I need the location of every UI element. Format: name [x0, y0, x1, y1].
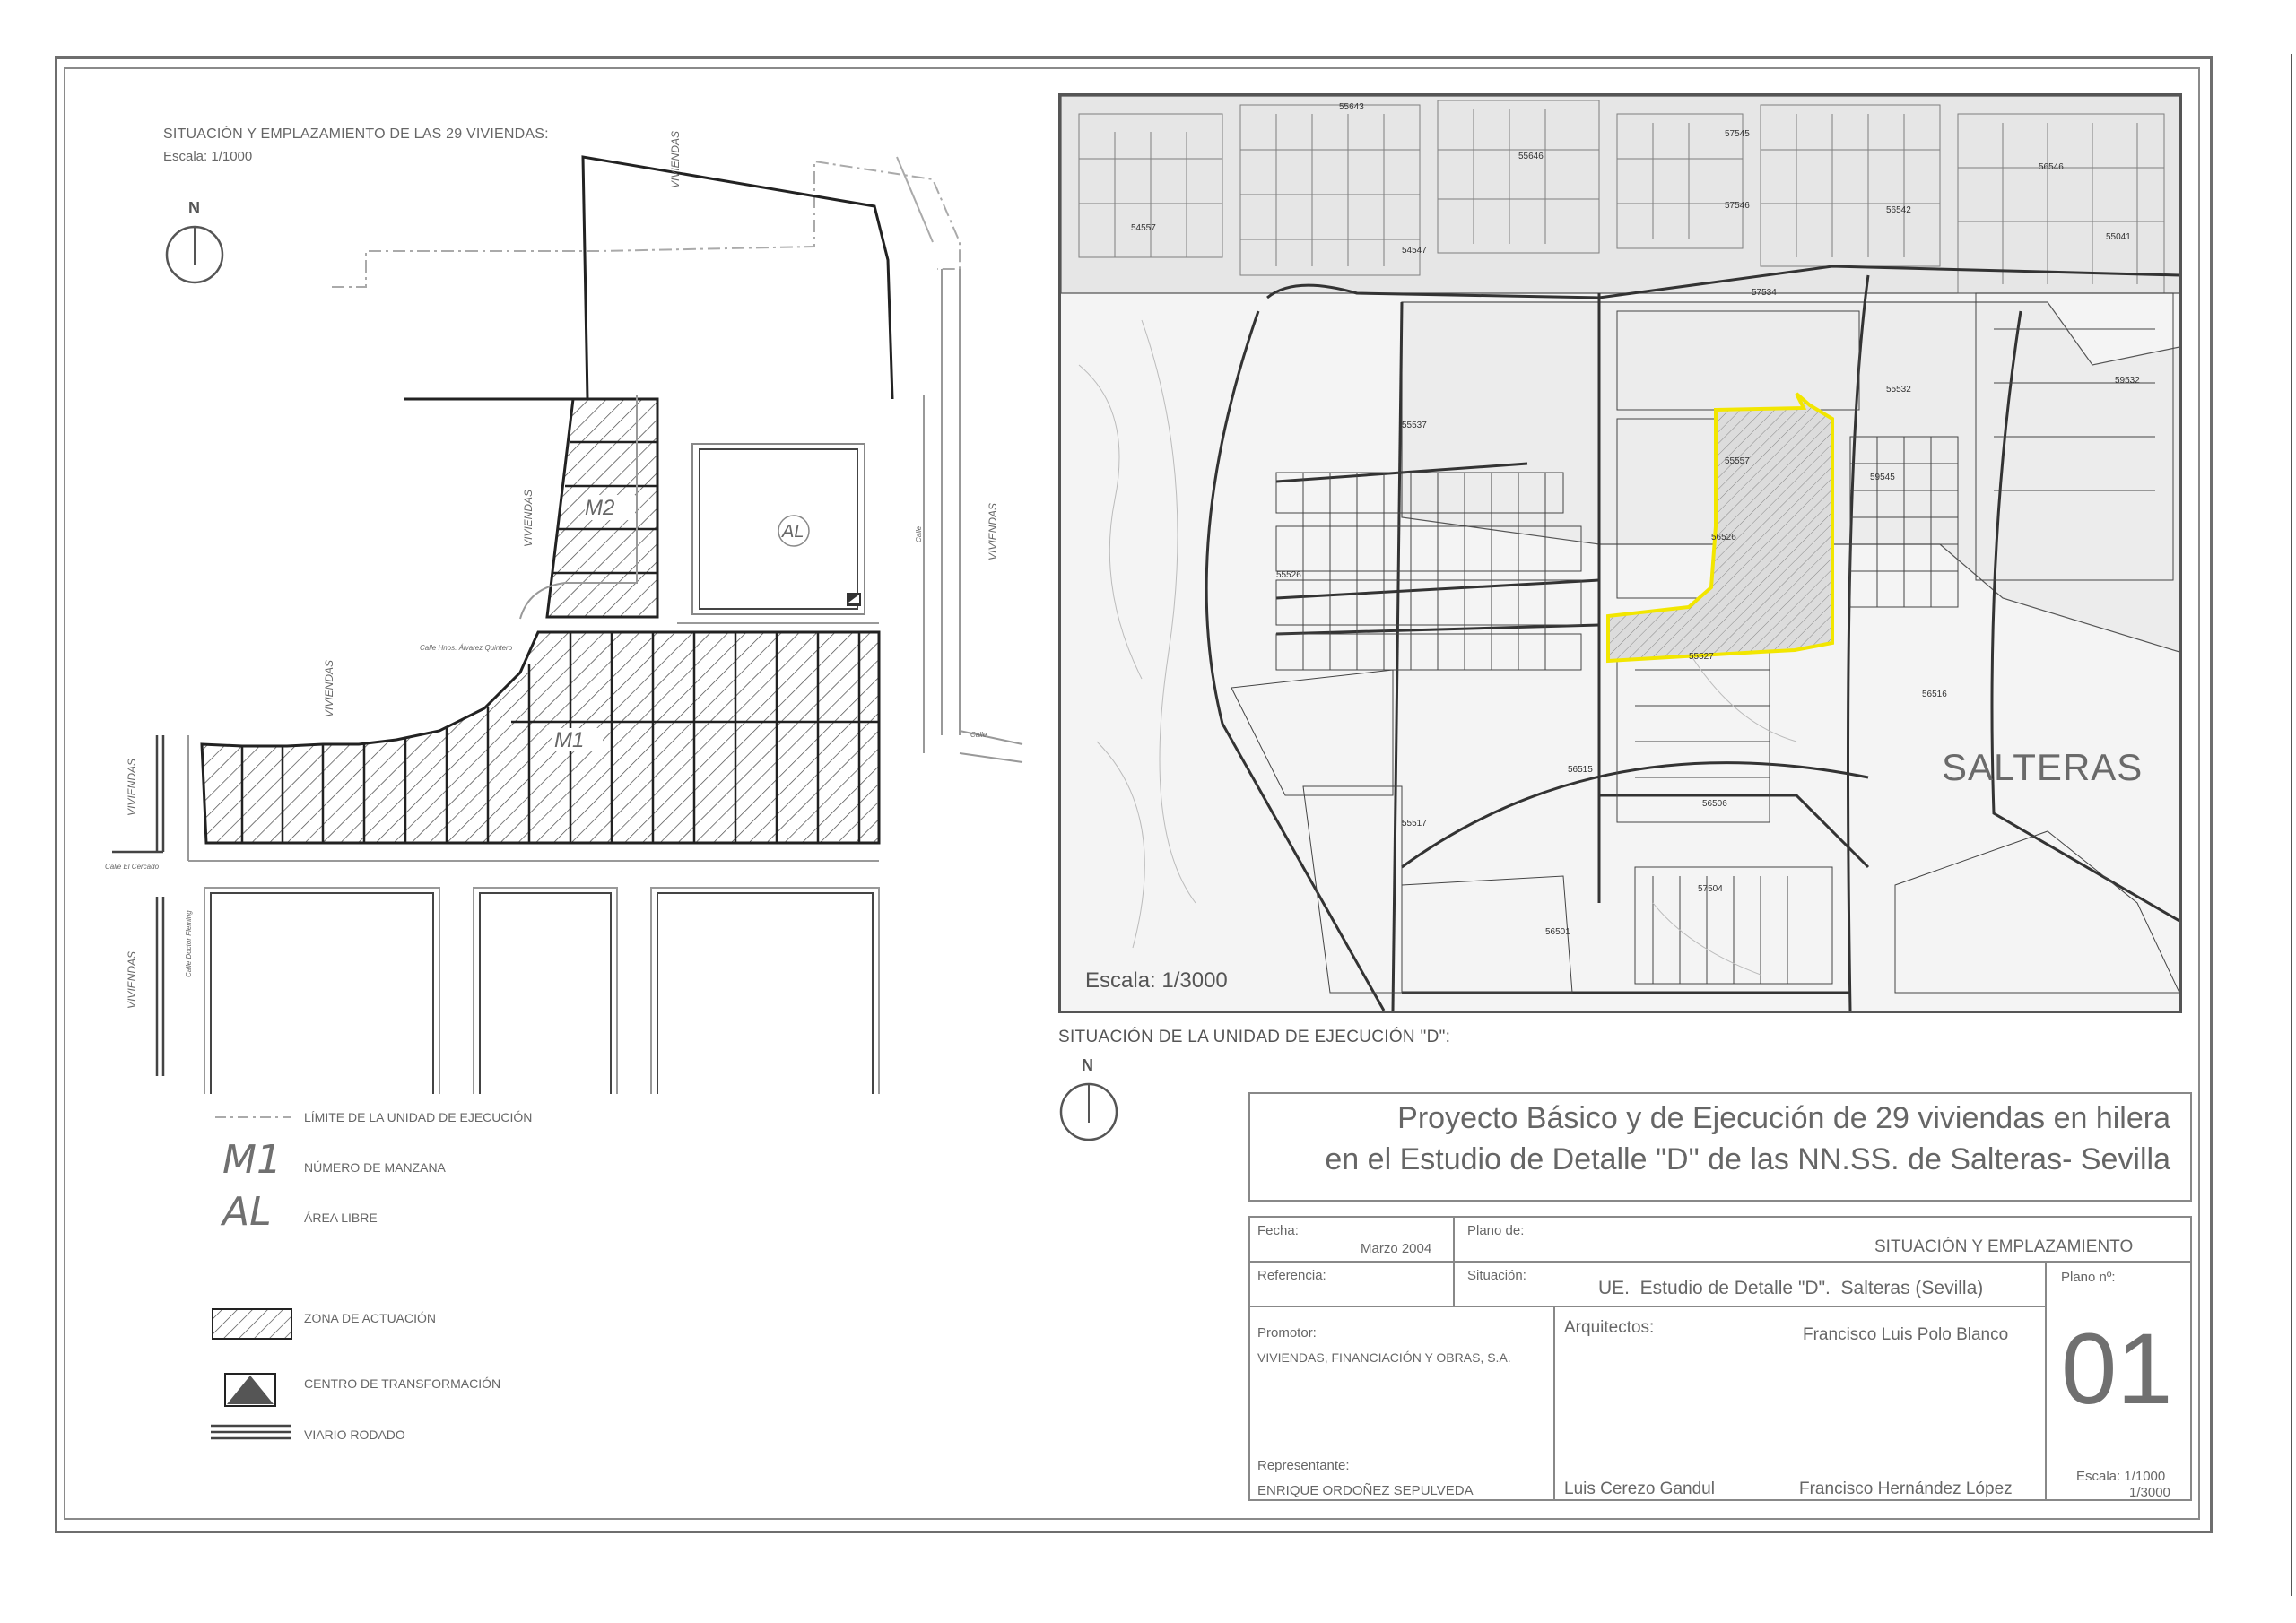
project-title-line1: Proyecto Básico y de Ejecución de 29 viv…	[1397, 1101, 2170, 1135]
map-north-arrow: N	[1058, 1056, 1121, 1146]
legend-label-area-libre: ÁREA LIBRE	[304, 1211, 378, 1225]
label-m2: M2	[585, 496, 615, 520]
label-m1: M1	[554, 728, 585, 752]
svg-text:55557: 55557	[1725, 456, 1750, 466]
svg-text:55041: 55041	[2106, 232, 2131, 242]
site-plan-title: SITUACIÓN Y EMPLAZAMIENTO DE LAS 29 VIVI…	[163, 126, 549, 142]
compass-icon	[1059, 1082, 1118, 1141]
project-title-line2: en el Estudio de Detalle "D" de las NN.S…	[1325, 1142, 2170, 1176]
svg-text:57545: 57545	[1725, 129, 1750, 139]
map-scale: Escala: 1/3000	[1085, 968, 1228, 993]
situacion-value: UE. Estudio de Detalle "D". Salteras (Se…	[1598, 1278, 1984, 1298]
svg-text:59532: 59532	[2115, 376, 2140, 386]
arquitectos-label: Arquitectos:	[1564, 1318, 1655, 1337]
svg-text:56501: 56501	[1545, 927, 1570, 937]
svg-text:56515: 56515	[1568, 765, 1593, 775]
legend-label-zona: ZONA DE ACTUACIÓN	[304, 1311, 437, 1325]
svg-text:55526: 55526	[1276, 570, 1301, 580]
svg-text:57534: 57534	[1752, 288, 1777, 298]
situacion-label: Situación:	[1467, 1268, 1526, 1283]
location-map-title: SITUACIÓN DE LA UNIDAD DE EJECUCIÓN "D":	[1058, 1028, 1451, 1046]
arquitecto-2: Luis Cerezo Gandul	[1564, 1480, 1715, 1498]
svg-text:56526: 56526	[1711, 533, 1736, 542]
cadastral-map: 55643 55646 57545 54557 57546 56546 54547 550…	[1058, 93, 2182, 1013]
plano-de-value: SITUACIÓN Y EMPLAZAMIENTO	[1874, 1237, 2134, 1256]
label-street-cercado: Calle El Cercado	[105, 863, 160, 871]
fecha-value: Marzo 2004	[1361, 1241, 1432, 1256]
map-drawing: 55643 55646 57545 54557 57546 56546 54547 550…	[1061, 96, 2179, 1011]
label-street-fleming: Calle Doctor Fleming	[185, 910, 193, 977]
svg-text:56542: 56542	[1886, 205, 1911, 215]
arquitecto-3: Francisco Hernández López	[1799, 1480, 2013, 1498]
legend-symbol-al: AL	[222, 1189, 272, 1235]
label-viviendas-left2: VIVIENDAS	[126, 950, 138, 1009]
label-viviendas-top: VIVIENDAS	[669, 130, 682, 188]
north-label: N	[1082, 1056, 1093, 1074]
svg-text:55537: 55537	[1402, 421, 1427, 430]
plano-no-value: 01	[2061, 1313, 2173, 1425]
label-viviendas-m2: VIVIENDAS	[522, 489, 535, 547]
label-street-calle: Calle	[970, 731, 987, 739]
escala-label: Escala: 1/1000	[2076, 1469, 2166, 1484]
svg-text:56506: 56506	[1702, 799, 1727, 809]
legend-label-manzana: NÚMERO DE MANZANA	[304, 1160, 446, 1175]
map-town-label: SALTERAS	[1942, 746, 2144, 788]
svg-text:55643: 55643	[1339, 102, 1364, 112]
svg-text:55517: 55517	[1402, 819, 1427, 829]
legend-symbol-m1: M1	[222, 1137, 282, 1183]
plano-no-label: Plano nº:	[2061, 1270, 2116, 1285]
arquitecto-1: Francisco Luis Polo Blanco	[1803, 1325, 2009, 1344]
legend-label-viario: VIARIO RODADO	[304, 1428, 405, 1442]
fecha-label: Fecha:	[1257, 1223, 1299, 1238]
label-viviendas-right: VIVIENDAS	[987, 502, 999, 560]
representante-label: Representante:	[1257, 1458, 1350, 1473]
representante-value: ENRIQUE ORDOÑEZ SEPULVEDA	[1257, 1483, 1474, 1498]
site-plan-drawing	[112, 155, 1023, 1094]
promotor-label: Promotor:	[1257, 1325, 1317, 1341]
svg-text:57504: 57504	[1698, 884, 1723, 894]
svg-text:55646: 55646	[1518, 152, 1544, 161]
label-street-alvarez: Calle Hnos. Álvarez Quintero	[420, 644, 513, 652]
label-viviendas-left1: VIVIENDAS	[126, 758, 138, 816]
label-street-calle-vertical: Calle	[915, 525, 923, 542]
svg-text:59545: 59545	[1870, 473, 1895, 482]
label-al: AL	[782, 522, 804, 542]
label-viviendas-mid: VIVIENDAS	[323, 659, 335, 717]
svg-text:57546: 57546	[1725, 201, 1750, 211]
promotor-value: VIVIENDAS, FINANCIACIÓN Y OBRAS, S.A.	[1257, 1350, 1511, 1365]
svg-text:56546: 56546	[2039, 162, 2064, 172]
legend-label-limite: LÍMITE DE LA UNIDAD DE EJECUCIÓN	[304, 1110, 533, 1124]
svg-text:55527: 55527	[1689, 652, 1714, 662]
svg-text:54557: 54557	[1131, 223, 1156, 233]
escala-value2: 1/3000	[2129, 1485, 2170, 1500]
plano-de-label: Plano de:	[1467, 1223, 1525, 1238]
svg-text:54547: 54547	[1402, 246, 1427, 256]
svg-text:56516: 56516	[1922, 690, 1947, 699]
svg-text:55532: 55532	[1886, 385, 1911, 395]
margin-rule	[2291, 54, 2292, 1596]
referencia-label: Referencia:	[1257, 1268, 1326, 1283]
legend-label-centro: CENTRO DE TRANSFORMACIÓN	[304, 1376, 501, 1391]
